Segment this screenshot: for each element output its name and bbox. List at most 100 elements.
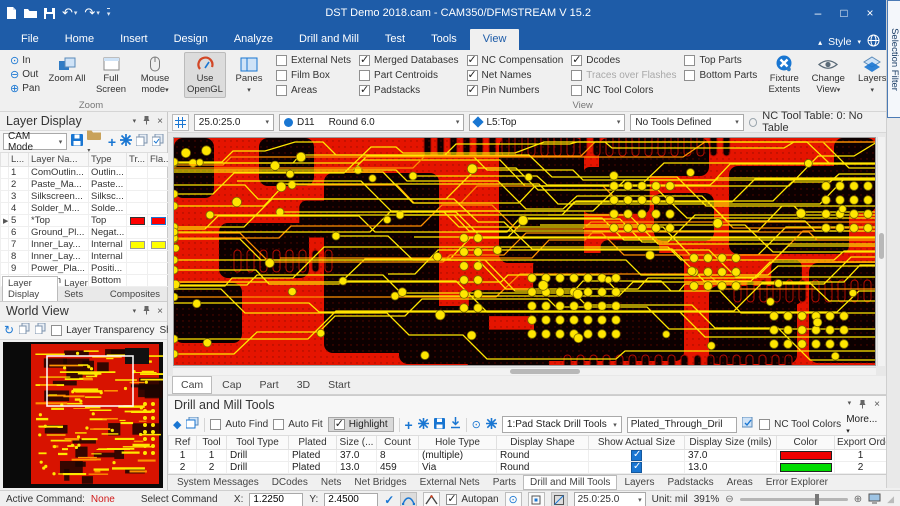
save-layers-icon[interactable] <box>71 134 83 149</box>
tab-cap[interactable]: Cap <box>214 377 249 393</box>
more-menu[interactable]: More... ▾ <box>846 414 881 436</box>
world-view-thumbnail[interactable] <box>0 340 167 490</box>
grid-icon[interactable] <box>172 114 189 131</box>
tab-cam[interactable]: Cam <box>172 376 212 394</box>
drill-pin-icon[interactable] <box>858 399 867 412</box>
curve-snap-icon[interactable] <box>400 492 417 506</box>
menu-file[interactable]: File <box>8 29 52 50</box>
autopan-checkbox[interactable]: Autopan <box>446 494 498 505</box>
layer-row-5[interactable]: ▶5*TopTop <box>1 215 169 227</box>
add-layer-icon[interactable]: + <box>108 137 116 147</box>
layer-row-2[interactable]: 2Paste_Ma...Paste... <box>1 179 169 191</box>
auto-fit-checkbox[interactable]: Auto Fit <box>273 419 322 430</box>
tab-3d[interactable]: 3D <box>289 377 318 393</box>
style-caret-icon[interactable]: ▾ <box>857 38 861 46</box>
layer-row-9[interactable]: 9Power_Pla...Positi... <box>1 263 169 275</box>
layer-row-6[interactable]: 6Ground_Pl...Negat... <box>1 227 169 239</box>
open-file-icon[interactable] <box>24 8 37 19</box>
layer-star-icon[interactable] <box>120 134 132 149</box>
tab-layers[interactable]: Layers <box>618 476 660 489</box>
tab-part[interactable]: Part <box>251 377 286 393</box>
panes-button[interactable]: Panes ▾ <box>228 52 270 99</box>
rename-icon[interactable] <box>742 417 754 432</box>
drill-close-icon[interactable]: × <box>874 399 880 412</box>
checkbox-padstacks[interactable]: Padstacks <box>359 85 459 96</box>
x-coordinate-input[interactable] <box>249 493 303 506</box>
tool-star2-icon[interactable] <box>486 418 497 432</box>
checkbox-part-centroids[interactable]: Part Centroids <box>359 70 459 81</box>
tool-color-swatch[interactable] <box>780 463 832 472</box>
refresh-icon[interactable]: ↻ <box>4 323 14 337</box>
zoom-out-slider-icon[interactable]: ⊖ <box>725 494 733 505</box>
cam-mode-select[interactable]: CAM Mode▾ <box>3 133 67 150</box>
active-layer-select[interactable]: L5:Top▾ <box>469 114 625 131</box>
menu-analyze[interactable]: Analyze <box>221 29 286 50</box>
layer-row-1[interactable]: 1ComOutlin...Outlin... <box>1 167 169 179</box>
tool-color-swatch[interactable] <box>780 451 832 460</box>
zoom-in-slider-icon[interactable]: ⊕ <box>854 494 862 505</box>
menu-tools[interactable]: Tools <box>418 29 470 50</box>
extents-icon[interactable] <box>528 492 545 506</box>
layer-row-4[interactable]: 4Solder_M...Solde... <box>1 203 169 215</box>
redo-button[interactable]: ↷▾ <box>84 5 99 21</box>
full-screen-button[interactable]: Full Screen <box>90 52 132 98</box>
save-icon[interactable] <box>44 8 55 19</box>
checkbox-areas[interactable]: Areas <box>276 85 351 96</box>
tab-parts[interactable]: Parts <box>487 476 522 489</box>
tab-system-messages[interactable]: System Messages <box>171 476 265 489</box>
menu-insert[interactable]: Insert <box>107 29 161 50</box>
undo-button[interactable]: ↶▾ <box>62 5 77 21</box>
new-file-icon[interactable] <box>6 7 17 19</box>
copy-layers-icon[interactable] <box>136 134 148 149</box>
checkbox-film-box[interactable]: Film Box <box>276 70 351 81</box>
world-view-pin-icon[interactable] <box>142 305 151 318</box>
style-menu[interactable]: Style <box>828 36 851 48</box>
add-tool-icon[interactable]: + <box>405 417 413 433</box>
checkbox-nc-compensation[interactable]: NC Compensation <box>467 55 564 66</box>
angle-snap-icon[interactable] <box>423 492 440 506</box>
wv-copy-icon[interactable] <box>19 323 30 337</box>
zoom-out-button[interactable]: ⊖Out <box>8 68 42 81</box>
menu-test[interactable]: Test <box>372 29 418 50</box>
zoom-slider[interactable] <box>740 498 848 501</box>
canvas-vertical-scrollbar[interactable] <box>877 137 885 366</box>
fixture-extents-button[interactable]: Fixture Extents <box>763 52 805 98</box>
tab-layer-display[interactable]: Layer Display <box>2 276 58 301</box>
tab-areas[interactable]: Areas <box>721 476 759 489</box>
grid-select[interactable]: 25.0:25.0▾ <box>194 114 274 131</box>
origin-icon[interactable]: ⊙ <box>505 492 522 506</box>
y-coordinate-input[interactable] <box>324 493 378 506</box>
checkbox-external-nets[interactable]: External Nets <box>276 55 351 66</box>
zoom-all-button[interactable]: Zoom All <box>46 52 88 98</box>
drill-row-2[interactable]: 2 2 Drill Plated 13.0 459 Via Round 13.0… <box>169 461 887 473</box>
auto-find-checkbox[interactable]: Auto Find <box>210 419 268 430</box>
tab-composites[interactable]: Composites <box>105 288 165 301</box>
nc-tools-select[interactable]: No Tools Defined▾ <box>630 114 743 131</box>
paste-layers-icon[interactable] <box>152 134 164 149</box>
menu-view[interactable]: View <box>470 29 520 50</box>
checkbox-dcodes[interactable]: Dcodes <box>571 55 676 66</box>
nc-tool-colors-checkbox[interactable]: NC Tool Colors <box>759 419 841 430</box>
world-view-close-icon[interactable]: × <box>157 306 163 317</box>
minimize-button[interactable]: – <box>806 3 830 23</box>
load-layers-icon[interactable]: ▾ <box>87 129 104 155</box>
menu-home[interactable]: Home <box>52 29 107 50</box>
tool-set-select[interactable]: 1:Pad Stack Drill Tools▾ <box>502 416 622 433</box>
menu-drill-and-mill[interactable]: Drill and Mill <box>286 29 372 50</box>
drill-layers-icon[interactable] <box>186 417 199 432</box>
resize-grip[interactable]: ◢ <box>887 494 894 505</box>
layer-row-3[interactable]: 3Silkscreen...Silksc... <box>1 191 169 203</box>
save-tools-icon[interactable] <box>434 418 445 432</box>
menu-design[interactable]: Design <box>161 29 221 50</box>
tab-layer-sets[interactable]: Layer Sets <box>59 277 104 301</box>
checkbox-net-names[interactable]: Net Names <box>467 70 564 81</box>
drill-diamond-icon[interactable]: ◆ <box>173 418 181 431</box>
close-button[interactable]: × <box>858 3 882 23</box>
tab-nets[interactable]: Nets <box>315 476 348 489</box>
show-actual-size-checkbox[interactable] <box>631 450 642 461</box>
layer-display-menu-icon[interactable]: ▾ <box>133 117 137 125</box>
zoom-in-button[interactable]: ⊙In <box>8 54 42 67</box>
tab-external-nets[interactable]: External Nets <box>414 476 486 489</box>
pan-button[interactable]: ⊕Pan <box>8 82 42 95</box>
checkbox-nc-tool-colors[interactable]: NC Tool Colors <box>571 85 676 96</box>
